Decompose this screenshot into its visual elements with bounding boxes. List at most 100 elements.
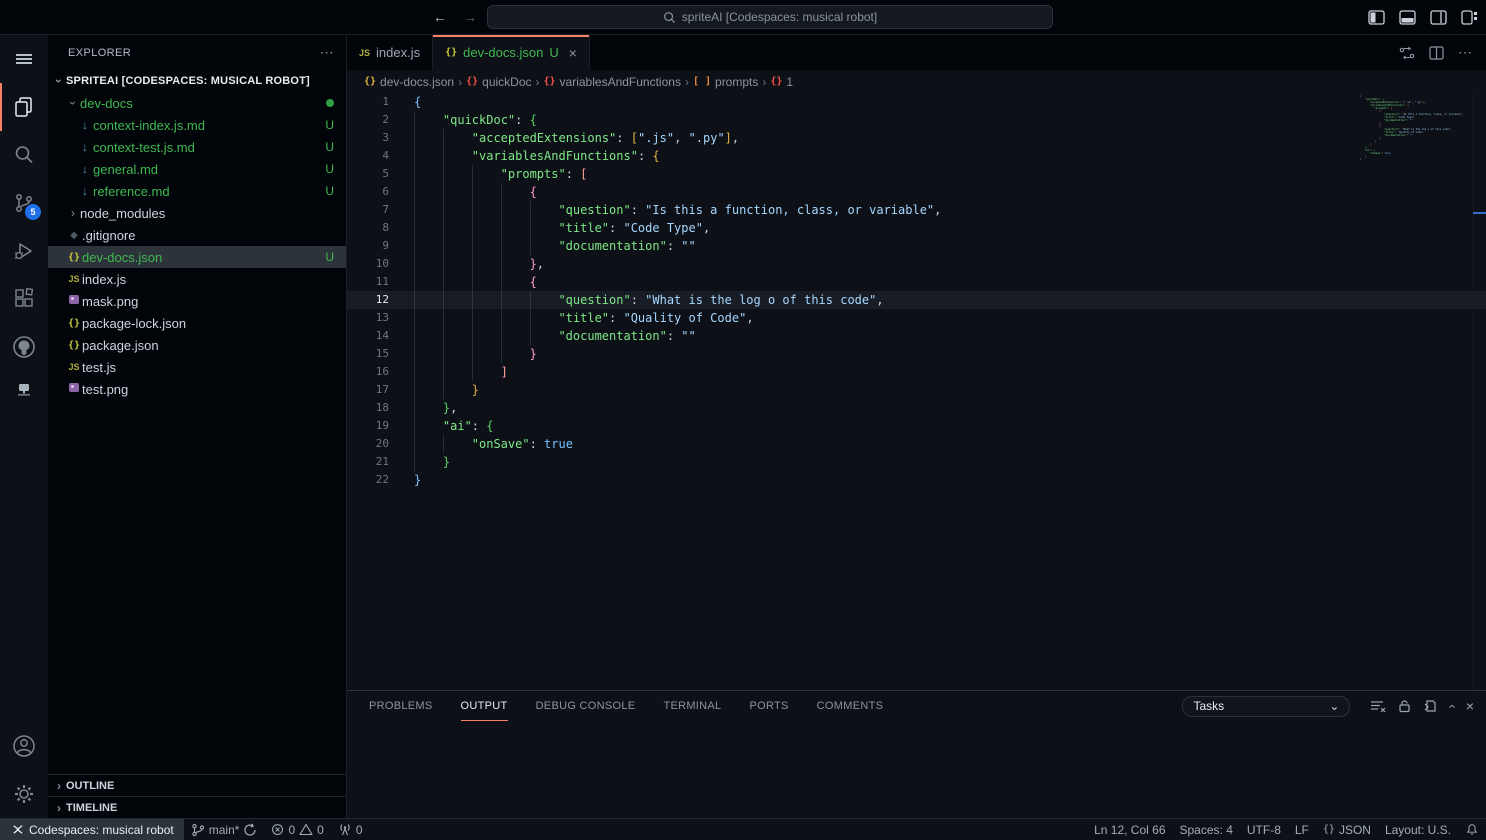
line-number[interactable]: 16: [347, 363, 389, 381]
close-panel-icon[interactable]: ×: [1466, 698, 1474, 714]
split-editor-icon[interactable]: [1429, 46, 1444, 60]
breadcrumb-item[interactable]: {}variablesAndFunctions: [544, 75, 681, 89]
extensions-icon[interactable]: [0, 275, 48, 323]
line-number[interactable]: 14: [347, 327, 389, 345]
line-number[interactable]: 9: [347, 237, 389, 255]
explorer-icon[interactable]: [0, 83, 48, 131]
remote-indicator[interactable]: Codespaces: musical robot: [0, 819, 184, 840]
line-number[interactable]: 15: [347, 345, 389, 363]
customize-layout-icon[interactable]: [1458, 6, 1480, 28]
code-line-9[interactable]: 9"documentation": "": [347, 237, 1486, 255]
line-number[interactable]: 1: [347, 93, 389, 111]
file-tree-item-context-test-js-md[interactable]: ↓context-test.js.mdU: [48, 136, 346, 158]
line-number[interactable]: 22: [347, 471, 389, 489]
code-line-16[interactable]: 16]: [347, 363, 1486, 381]
breadcrumb-item[interactable]: {}dev-docs.json: [364, 75, 454, 89]
indentation-indicator[interactable]: Spaces: 4: [1173, 823, 1240, 837]
keyboard-layout-indicator[interactable]: Layout: U.S.: [1378, 823, 1458, 837]
overview-ruler[interactable]: [1473, 93, 1486, 690]
toggle-panel-icon[interactable]: [1396, 6, 1418, 28]
code-line-12[interactable]: 12"question": "What is the log o of this…: [347, 291, 1486, 309]
file-tree-item-context-index-js-md[interactable]: ↓context-index.js.mdU: [48, 114, 346, 136]
encoding-indicator[interactable]: UTF-8: [1240, 823, 1288, 837]
minimap[interactable]: {"quickDoc": {"acceptedExtensions": [".j…: [1360, 95, 1445, 161]
line-number[interactable]: 2: [347, 111, 389, 129]
line-number[interactable]: 18: [347, 399, 389, 417]
toggle-secondary-sidebar-icon[interactable]: [1427, 6, 1449, 28]
search-view-icon[interactable]: [0, 131, 48, 179]
line-number[interactable]: 12: [347, 291, 389, 309]
code-line-14[interactable]: 14"documentation": "": [347, 327, 1486, 345]
tab-index-js[interactable]: JS index.js: [347, 35, 433, 70]
account-icon[interactable]: [0, 722, 48, 770]
code-line-19[interactable]: 19"ai": {: [347, 417, 1486, 435]
language-mode-indicator[interactable]: {} JSON: [1316, 823, 1378, 837]
source-control-icon[interactable]: 5: [0, 179, 48, 227]
panel-tab-terminal[interactable]: TERMINAL: [663, 691, 721, 721]
code-line-22[interactable]: 22}: [347, 471, 1486, 489]
code-line-18[interactable]: 18},: [347, 399, 1486, 417]
panel-tab-comments[interactable]: COMMENTS: [817, 691, 884, 721]
line-number[interactable]: 6: [347, 183, 389, 201]
file-tree-item-reference-md[interactable]: ↓reference.mdU: [48, 180, 346, 202]
git-branch-indicator[interactable]: main*: [184, 819, 265, 840]
toggle-sidebar-icon[interactable]: [1365, 6, 1387, 28]
code-line-8[interactable]: 8"title": "Code Type",: [347, 219, 1486, 237]
ports-indicator[interactable]: 0: [331, 819, 370, 840]
nav-back-button[interactable]: ←: [430, 7, 450, 27]
lock-icon[interactable]: [1398, 699, 1411, 713]
code-line-13[interactable]: 13"title": "Quality of Code",: [347, 309, 1486, 327]
code-line-10[interactable]: 10},: [347, 255, 1486, 273]
explorer-more-actions-icon[interactable]: ⋯: [320, 44, 334, 61]
code-line-15[interactable]: 15}: [347, 345, 1486, 363]
code-line-5[interactable]: 5"prompts": [: [347, 165, 1486, 183]
file-tree-item-index-js[interactable]: JSindex.js: [48, 268, 346, 290]
code-line-21[interactable]: 21}: [347, 453, 1486, 471]
code-line-3[interactable]: 3"acceptedExtensions": [".js", ".py"],: [347, 129, 1486, 147]
output-channel-dropdown[interactable]: Tasks ⌄: [1182, 696, 1350, 717]
problems-indicator[interactable]: 0 0: [264, 819, 330, 840]
code-line-2[interactable]: 2"quickDoc": {: [347, 111, 1486, 129]
file-tree-item-dev-docs[interactable]: ›dev-docs: [48, 92, 346, 114]
cursor-position-indicator[interactable]: Ln 12, Col 66: [1087, 823, 1172, 837]
workspace-section-header[interactable]: › SPRITEAI [CODESPACES: MUSICAL ROBOT]: [48, 70, 346, 92]
run-debug-icon[interactable]: [0, 227, 48, 275]
code-editor[interactable]: 1{2"quickDoc": {3"acceptedExtensions": […: [347, 93, 1486, 690]
panel-tab-output[interactable]: OUTPUT: [461, 691, 508, 721]
line-number[interactable]: 7: [347, 201, 389, 219]
code-line-1[interactable]: 1{: [347, 93, 1486, 111]
file-tree-item-package-lock-json[interactable]: {}package-lock.json: [48, 312, 346, 334]
code-line-6[interactable]: 6{: [347, 183, 1486, 201]
breadcrumb-item[interactable]: [ ]prompts: [693, 75, 758, 89]
line-number[interactable]: 20: [347, 435, 389, 453]
open-changes-icon[interactable]: [1399, 45, 1415, 61]
code-line-4[interactable]: 4"variablesAndFunctions": {: [347, 147, 1486, 165]
clear-output-icon[interactable]: [1370, 699, 1386, 713]
settings-gear-icon[interactable]: [0, 770, 48, 818]
file-tree-item--gitignore[interactable]: ◆.gitignore: [48, 224, 346, 246]
notifications-bell[interactable]: [1458, 823, 1486, 837]
line-number[interactable]: 21: [347, 453, 389, 471]
line-number[interactable]: 8: [347, 219, 389, 237]
remote-explorer-icon[interactable]: [0, 371, 48, 411]
panel-tab-problems[interactable]: PROBLEMS: [369, 691, 433, 721]
panel-tab-ports[interactable]: PORTS: [749, 691, 788, 721]
menu-icon[interactable]: [0, 35, 48, 83]
timeline-section-header[interactable]: › TIMELINE: [48, 796, 346, 818]
file-tree-item-node-modules[interactable]: ›node_modules: [48, 202, 346, 224]
nav-forward-button[interactable]: →: [460, 7, 480, 27]
file-tree-item-general-md[interactable]: ↓general.mdU: [48, 158, 346, 180]
line-number[interactable]: 19: [347, 417, 389, 435]
line-number[interactable]: 5: [347, 165, 389, 183]
breadcrumb-item[interactable]: {}1: [770, 75, 793, 89]
open-output-in-editor-icon[interactable]: [1423, 699, 1437, 713]
code-line-20[interactable]: 20"onSave": true: [347, 435, 1486, 453]
file-tree-item-dev-docs-json[interactable]: {}dev-docs.jsonU: [48, 246, 346, 268]
line-number[interactable]: 11: [347, 273, 389, 291]
file-tree-item-test-js[interactable]: JStest.js: [48, 356, 346, 378]
file-tree-item-package-json[interactable]: {}package.json: [48, 334, 346, 356]
line-number[interactable]: 17: [347, 381, 389, 399]
code-line-7[interactable]: 7"question": "Is this a function, class,…: [347, 201, 1486, 219]
line-number[interactable]: 3: [347, 129, 389, 147]
maximize-panel-icon[interactable]: ›: [1444, 704, 1459, 708]
